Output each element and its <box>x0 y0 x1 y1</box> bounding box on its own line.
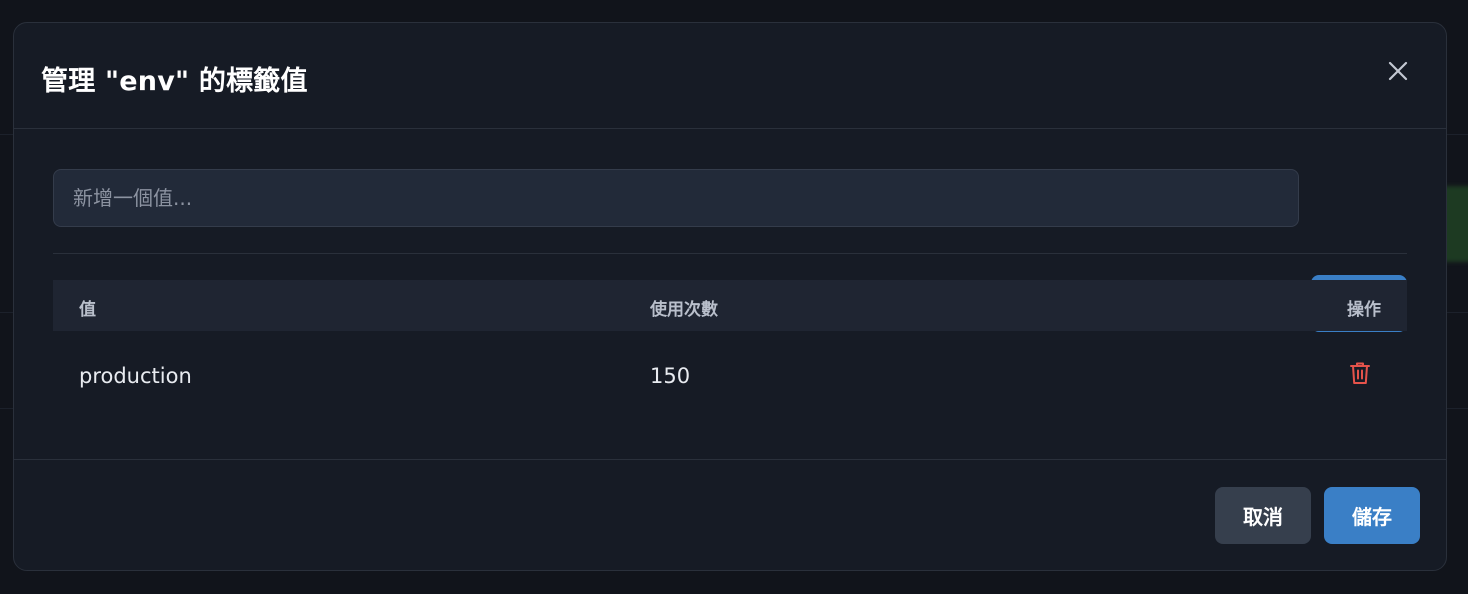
column-header-actions: 操作 <box>1347 300 1381 320</box>
column-header-value: 值 <box>79 300 96 320</box>
close-icon <box>1388 61 1408 81</box>
dialog-header: 管理 "env" 的標籤值 <box>14 23 1446 129</box>
manage-tag-values-dialog: 管理 "env" 的標籤值 新增 值 使用次數 操作 production 15… <box>13 22 1447 571</box>
column-header-usage-count: 使用次數 <box>650 300 718 320</box>
save-button[interactable]: 儲存 <box>1324 487 1420 544</box>
table-row: production 150 <box>53 331 1407 423</box>
cancel-button[interactable]: 取消 <box>1215 487 1311 544</box>
dialog-body: 新增 值 使用次數 操作 production 150 <box>14 129 1446 460</box>
table-header: 值 使用次數 操作 <box>53 280 1407 331</box>
trash-icon <box>1350 362 1370 384</box>
close-button[interactable] <box>1383 56 1413 86</box>
row-value: production <box>79 364 192 388</box>
dialog-title: 管理 "env" 的標籤值 <box>41 66 308 97</box>
delete-value-button[interactable] <box>1346 358 1374 388</box>
row-usage-count: 150 <box>650 364 691 388</box>
new-value-input[interactable] <box>53 169 1299 227</box>
section-divider <box>53 253 1407 254</box>
dialog-footer: 取消 儲存 <box>14 460 1446 570</box>
